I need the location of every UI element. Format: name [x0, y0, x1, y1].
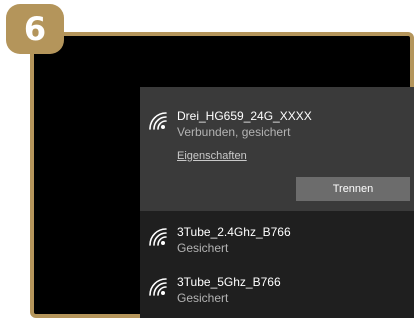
step-badge: 6: [6, 4, 64, 54]
network-row-0[interactable]: Drei_HG659_24G_XXXX Verbunden, gesichert: [140, 103, 414, 143]
network-ssid: Drei_HG659_24G_XXXX: [177, 109, 312, 123]
wifi-network-panel: Drei_HG659_24G_XXXX Verbunden, gesichert…: [140, 87, 414, 318]
properties-link[interactable]: Eigenschaften: [177, 150, 247, 162]
network-status: Gesichert: [177, 241, 229, 255]
network-status: Verbunden, gesichert: [177, 125, 291, 139]
disconnect-button[interactable]: Trennen: [296, 177, 410, 201]
wifi-secured-icon: [149, 278, 167, 296]
network-row-1[interactable]: 3Tube_2.4Ghz_B766 Gesichert: [140, 219, 414, 259]
network-status: Gesichert: [177, 291, 229, 305]
wifi-secured-icon: [149, 228, 167, 246]
network-row-2[interactable]: 3Tube_5Ghz_B766 Gesichert: [140, 269, 414, 309]
step-number: 6: [23, 10, 47, 48]
wifi-secured-icon: [149, 112, 167, 130]
network-ssid: 3Tube_2.4Ghz_B766: [177, 225, 291, 239]
network-ssid: 3Tube_5Ghz_B766: [177, 275, 281, 289]
network-item-connected[interactable]: Drei_HG659_24G_XXXX Verbunden, gesichert…: [140, 87, 414, 211]
